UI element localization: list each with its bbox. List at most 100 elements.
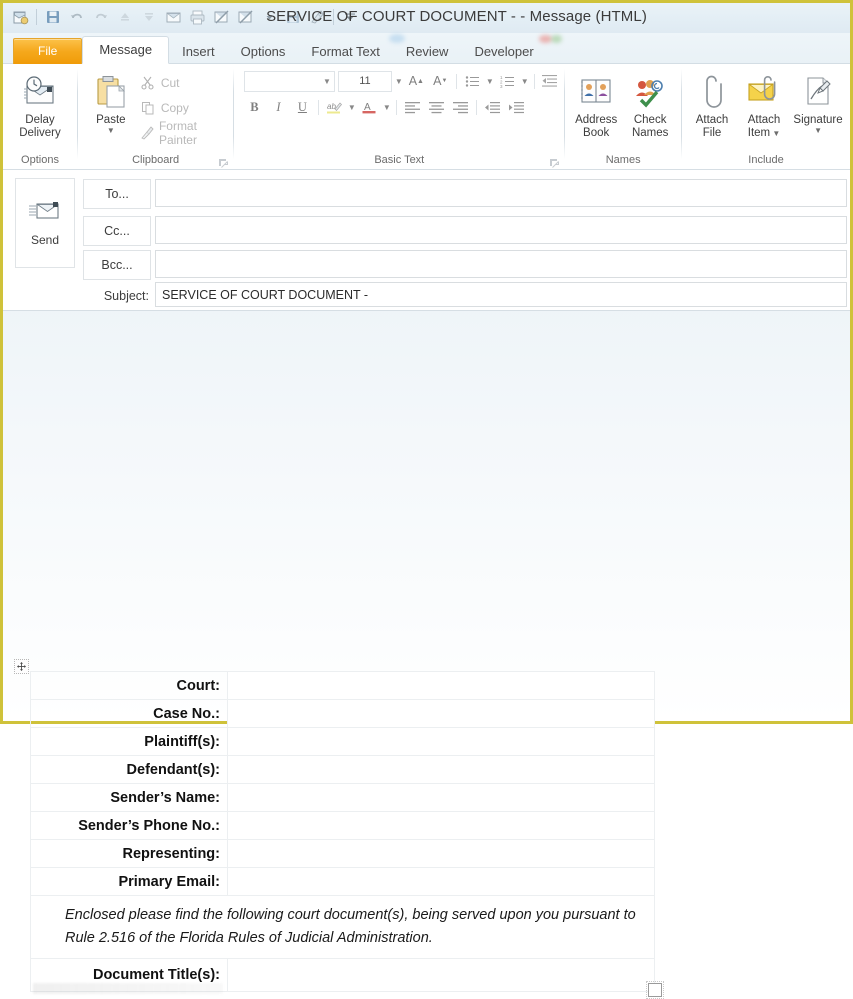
highlight-dropdown-icon[interactable]: ▼: [348, 103, 356, 112]
cut-label: Cut: [160, 76, 180, 90]
row-value-court[interactable]: [227, 671, 655, 700]
artifact-blot-green: [551, 35, 562, 43]
table-row[interactable]: Case No.:: [30, 699, 655, 728]
court-document-table[interactable]: Court: Case No.: Plaintiff(s): Defendant…: [30, 671, 655, 992]
row-value-plaintiffs[interactable]: [227, 727, 655, 756]
align-right-icon[interactable]: [450, 97, 471, 117]
ribbon-group-options-body: Delay Delivery: [7, 64, 73, 152]
clipboard-dialog-launcher-icon[interactable]: [218, 156, 229, 168]
copy-label: Copy: [160, 101, 189, 115]
faint-overflow-text: [33, 983, 223, 994]
tab-insert[interactable]: Insert: [169, 40, 228, 64]
attach-file-label: Attach File: [695, 114, 729, 139]
cc-input[interactable]: [155, 216, 847, 244]
check-names-label: Check Names: [631, 114, 669, 139]
grow-font-icon[interactable]: A ▲: [406, 71, 427, 91]
row-value-senders-phone-no[interactable]: [227, 811, 655, 840]
tab-review[interactable]: Review: [393, 40, 462, 64]
attach-item-button[interactable]: Attach Item ▼: [738, 69, 790, 140]
font-size-dropdown-icon[interactable]: ▼: [395, 77, 403, 86]
bullets-dropdown-icon[interactable]: ▼: [486, 77, 494, 86]
basic-text-dialog-launcher-icon[interactable]: [549, 156, 560, 168]
signature-button[interactable]: Signature ▼: [790, 69, 846, 135]
numbering-dropdown-icon[interactable]: ▼: [521, 77, 529, 86]
font-size-combobox[interactable]: 11: [337, 70, 392, 92]
increase-indent-icon[interactable]: [506, 97, 527, 117]
tab-message[interactable]: Message: [82, 36, 170, 64]
bcc-button[interactable]: Bcc...: [83, 250, 151, 280]
row-value-defendants[interactable]: [227, 755, 655, 784]
to-input[interactable]: [155, 179, 847, 207]
ribbon-group-options: Delay Delivery Options: [3, 64, 77, 169]
address-book-button[interactable]: Address Book: [569, 69, 623, 140]
tab-file[interactable]: File: [13, 38, 83, 64]
delay-delivery-icon: [22, 73, 59, 111]
title-bar: SERVICE OF COURT DOCUMENT - - Message (H…: [3, 3, 850, 33]
tab-options[interactable]: Options: [228, 40, 299, 64]
table-row-notice[interactable]: Enclosed please find the following court…: [30, 895, 655, 959]
row-value-primary-email[interactable]: [227, 867, 655, 896]
font-name-dropdown-icon[interactable]: ▼: [323, 77, 331, 86]
cc-button[interactable]: Cc...: [83, 216, 151, 246]
font-color-dropdown-icon[interactable]: ▼: [383, 103, 391, 112]
basic-text-sep-4: [395, 99, 397, 115]
align-left-icon[interactable]: [402, 97, 423, 117]
copy-button[interactable]: Copy: [140, 97, 230, 119]
basic-text-sep-5: [475, 99, 477, 115]
service-notice-text: Enclosed please find the following court…: [30, 895, 655, 959]
table-row[interactable]: Primary Email:: [30, 867, 655, 896]
table-row[interactable]: Representing:: [30, 839, 655, 868]
to-button[interactable]: To...: [83, 179, 151, 209]
table-row[interactable]: Sender’s Phone No.:: [30, 811, 655, 840]
font-name-combobox[interactable]: ▼: [243, 70, 335, 92]
attach-file-button[interactable]: Attach File: [686, 69, 738, 140]
numbering-icon[interactable]: 123: [497, 71, 518, 91]
basic-text-sep-2: [533, 73, 535, 89]
row-value-representing[interactable]: [227, 839, 655, 868]
font-color-icon[interactable]: A: [359, 97, 380, 117]
ribbon-group-clipboard: Paste ▼ Cut Copy Format Painter Clipboar…: [78, 64, 234, 169]
tab-developer[interactable]: Developer: [461, 40, 546, 64]
ribbon-group-basic-text-body: ▼ 11 ▼ A ▲ A ▼ ▼ 123 ▼ B I U ab ▼ A ▼: [238, 64, 561, 152]
paste-dropdown-icon[interactable]: ▼: [107, 127, 115, 135]
ribbon-group-names: Address Book Check Names Names: [565, 64, 681, 169]
copy-icon: [140, 100, 157, 117]
decrease-indent-icon[interactable]: [540, 71, 561, 91]
table-row[interactable]: Plaintiff(s):: [30, 727, 655, 756]
cut-button[interactable]: Cut: [140, 72, 230, 94]
row-value-case-no[interactable]: [227, 699, 655, 728]
send-button[interactable]: Send: [15, 178, 75, 268]
ribbon-group-options-label: Options: [21, 154, 59, 166]
row-value-senders-name[interactable]: [227, 783, 655, 812]
table-row[interactable]: Sender’s Name:: [30, 783, 655, 812]
paste-button[interactable]: Paste ▼: [86, 69, 136, 135]
paperclip-icon: [697, 73, 727, 111]
table-resize-handle[interactable]: [646, 981, 664, 999]
underline-button[interactable]: U: [292, 97, 313, 117]
bcc-input[interactable]: [155, 250, 847, 278]
tab-format-text[interactable]: Format Text: [298, 40, 392, 64]
text-highlight-color-icon[interactable]: ab: [324, 97, 345, 117]
align-center-icon[interactable]: [426, 97, 447, 117]
signature-dropdown-icon[interactable]: ▼: [814, 127, 822, 135]
basic-text-sep-3: [317, 99, 319, 115]
shrink-font-icon[interactable]: A ▼: [430, 71, 451, 91]
table-row[interactable]: Court:: [30, 671, 655, 700]
table-row[interactable]: Defendant(s):: [30, 755, 655, 784]
attach-item-dropdown-icon[interactable]: ▼: [770, 129, 780, 138]
message-header-area: Send To... Cc... Bcc... Subject: SERVICE…: [3, 170, 850, 311]
bullets-icon[interactable]: [462, 71, 483, 91]
subject-input[interactable]: SERVICE OF COURT DOCUMENT -: [155, 282, 847, 307]
check-names-button[interactable]: Check Names: [623, 69, 677, 140]
ribbon-tab-strip[interactable]: File Message Insert Options Format Text …: [3, 33, 850, 64]
window-title: SERVICE OF COURT DOCUMENT - - Message (H…: [266, 8, 647, 25]
format-painter-button[interactable]: Format Painter: [140, 119, 230, 147]
bold-button[interactable]: B: [244, 97, 265, 117]
ribbon-group-names-body: Address Book Check Names: [569, 64, 677, 152]
table-move-handle[interactable]: [14, 659, 29, 674]
row-value-document-titles[interactable]: [227, 958, 655, 992]
italic-button[interactable]: I: [268, 97, 289, 117]
font-size-value: 11: [359, 75, 371, 87]
decrease-indent-2-icon[interactable]: [482, 97, 503, 117]
delay-delivery-button[interactable]: Delay Delivery: [7, 69, 73, 140]
